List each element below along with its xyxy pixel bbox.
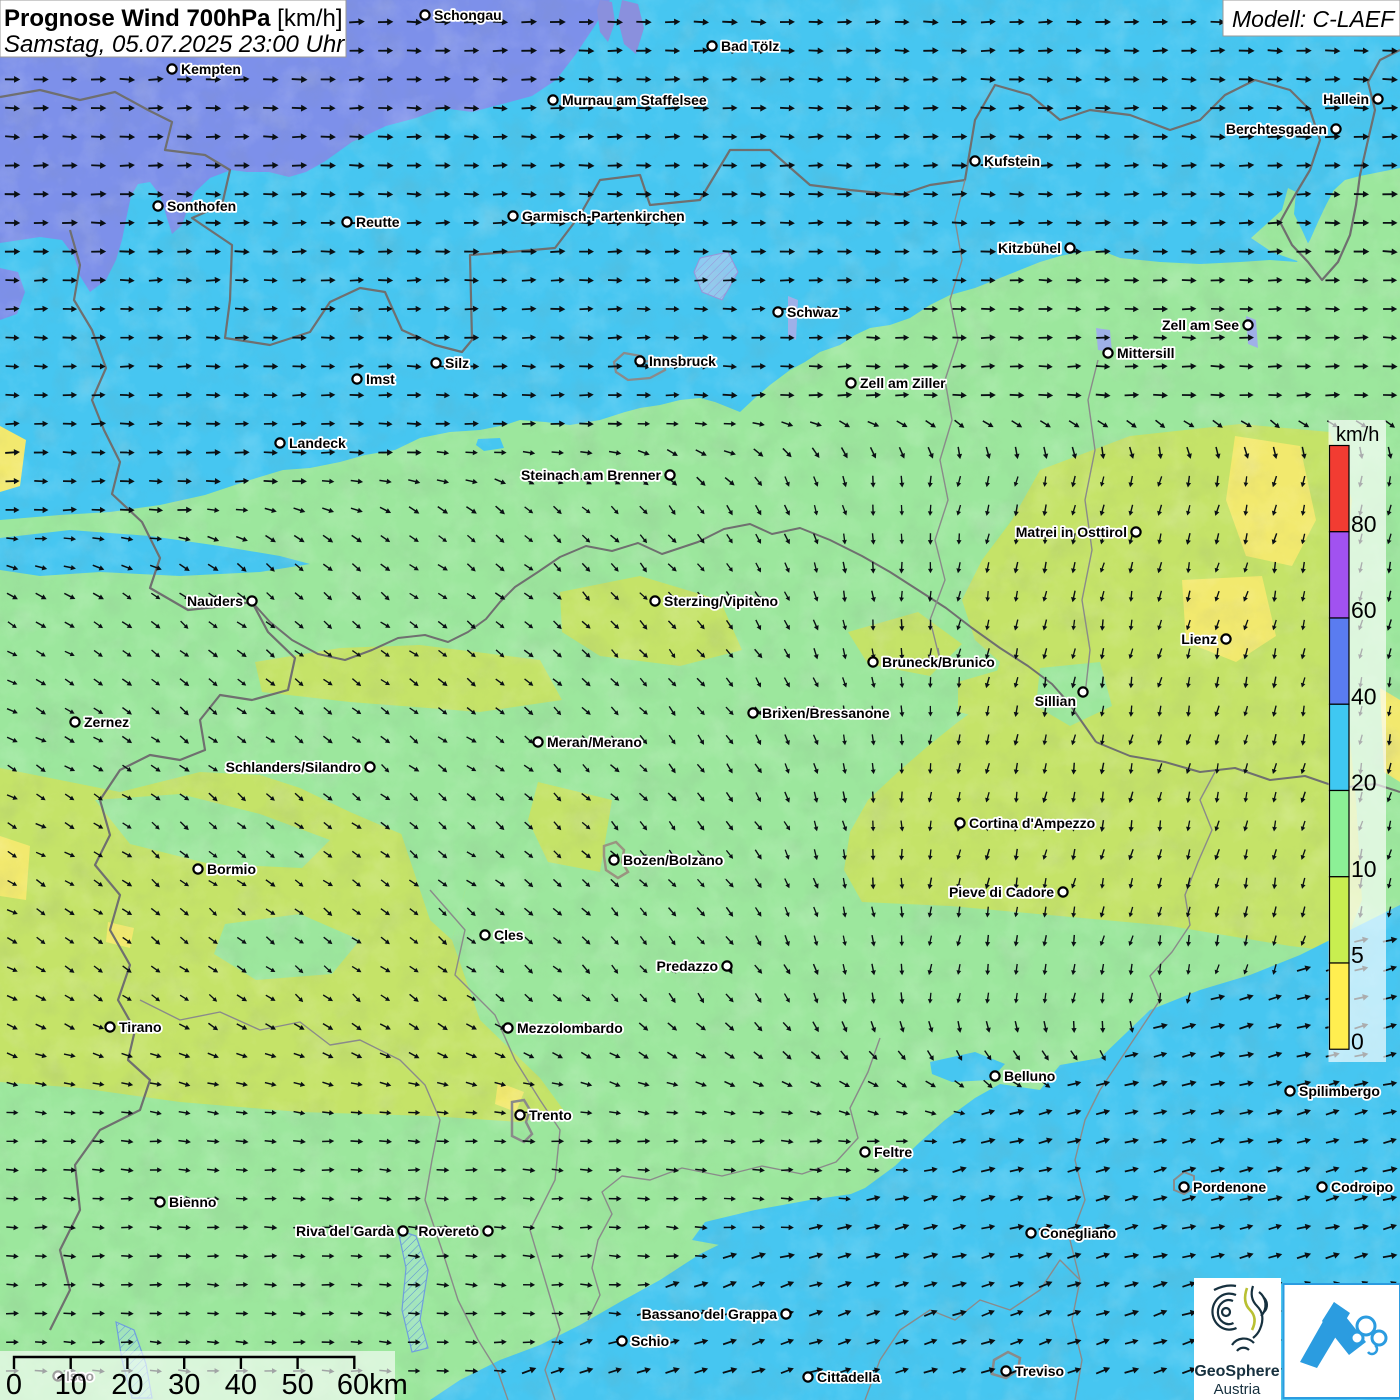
svg-text:Schongau: Schongau	[434, 7, 502, 23]
svg-text:Imst: Imst	[366, 371, 395, 387]
svg-text:80: 80	[1351, 511, 1377, 537]
svg-text:Kufstein: Kufstein	[984, 153, 1040, 169]
svg-text:Nauders: Nauders	[187, 593, 243, 609]
svg-text:Bozen/Bolzano: Bozen/Bolzano	[623, 852, 723, 868]
svg-text:40: 40	[1351, 683, 1377, 709]
svg-text:Steinach am Brenner: Steinach am Brenner	[521, 467, 662, 483]
svg-text:10: 10	[55, 1369, 87, 1400]
svg-text:Tirano: Tirano	[119, 1019, 162, 1035]
svg-text:50: 50	[281, 1369, 313, 1400]
svg-text:Bormio: Bormio	[207, 861, 256, 877]
svg-text:Brixen/Bressanone: Brixen/Bressanone	[762, 705, 890, 721]
svg-text:40: 40	[225, 1369, 257, 1400]
svg-text:Predazzo: Predazzo	[657, 958, 718, 974]
svg-text:GeoSphere: GeoSphere	[1194, 1363, 1279, 1380]
svg-text:Austria: Austria	[1214, 1381, 1261, 1398]
svg-text:0: 0	[6, 1369, 22, 1400]
svg-text:Zell am Ziller: Zell am Ziller	[860, 375, 946, 391]
svg-text:Zernez: Zernez	[84, 714, 129, 730]
svg-text:Sonthofen: Sonthofen	[167, 198, 236, 214]
svg-text:km/h: km/h	[1336, 424, 1379, 446]
svg-text:Belluno: Belluno	[1004, 1068, 1055, 1084]
svg-text:10: 10	[1351, 856, 1377, 882]
svg-text:Lienz: Lienz	[1181, 631, 1217, 647]
svg-text:Pieve di Cadore: Pieve di Cadore	[949, 884, 1054, 900]
svg-text:5: 5	[1351, 942, 1364, 968]
svg-text:Cortina d'Ampezzo: Cortina d'Ampezzo	[969, 815, 1095, 831]
svg-text:Berchtesgaden: Berchtesgaden	[1226, 121, 1327, 137]
svg-text:Samstag, 05.07.2025 23:00 Uhr: Samstag, 05.07.2025 23:00 Uhr	[4, 31, 345, 58]
svg-text:Bruneck/Brunico: Bruneck/Brunico	[882, 654, 995, 670]
svg-text:Spilimbergo: Spilimbergo	[1299, 1083, 1380, 1099]
svg-text:Sillian: Sillian	[1035, 693, 1076, 709]
svg-text:Schio: Schio	[631, 1333, 669, 1349]
svg-text:Conegliano: Conegliano	[1040, 1225, 1116, 1241]
svg-text:Bassano del Grappa: Bassano del Grappa	[642, 1306, 778, 1322]
svg-text:0: 0	[1351, 1028, 1364, 1054]
svg-text:Feltre: Feltre	[874, 1144, 912, 1160]
svg-text:Murnau am Staffelsee: Murnau am Staffelsee	[562, 92, 707, 108]
svg-text:Mezzolombardo: Mezzolombardo	[517, 1020, 623, 1036]
svg-text:Landeck: Landeck	[289, 435, 346, 451]
svg-text:Schlanders/Silandro: Schlanders/Silandro	[226, 759, 361, 775]
svg-text:Matrei in Osttirol: Matrei in Osttirol	[1016, 524, 1127, 540]
svg-text:Garmisch-Partenkirchen: Garmisch-Partenkirchen	[522, 208, 685, 224]
svg-text:Hallein: Hallein	[1323, 91, 1369, 107]
svg-text:Codroipo: Codroipo	[1331, 1179, 1393, 1195]
svg-text:20: 20	[1351, 770, 1377, 796]
svg-text:Prognose Wind 700hPa [km/h]: Prognose Wind 700hPa [km/h]	[4, 5, 343, 32]
svg-text:Kitzbühel: Kitzbühel	[998, 240, 1061, 256]
svg-text:Bad Tölz: Bad Tölz	[721, 38, 779, 54]
svg-text:Treviso: Treviso	[1015, 1363, 1064, 1379]
svg-text:Bienno: Bienno	[169, 1194, 216, 1210]
svg-text:Mittersill: Mittersill	[1117, 345, 1175, 361]
svg-text:Trento: Trento	[529, 1107, 572, 1123]
svg-text:Pordenone: Pordenone	[1193, 1179, 1266, 1195]
svg-text:20: 20	[111, 1369, 143, 1400]
svg-text:Meran/Merano: Meran/Merano	[547, 734, 642, 750]
svg-text:Zell am See: Zell am See	[1162, 317, 1239, 333]
svg-text:Kempten: Kempten	[181, 61, 241, 77]
svg-text:Cles: Cles	[494, 927, 524, 943]
svg-text:Modell: C-LAEF: Modell: C-LAEF	[1232, 6, 1396, 32]
svg-text:60km: 60km	[337, 1369, 408, 1400]
svg-text:Cittadella: Cittadella	[817, 1369, 880, 1385]
svg-text:Sterzing/Vipiteno: Sterzing/Vipiteno	[664, 593, 778, 609]
svg-text:30: 30	[168, 1369, 200, 1400]
svg-text:Riva del Garda: Riva del Garda	[296, 1223, 394, 1239]
svg-text:Rovereto: Rovereto	[418, 1223, 479, 1239]
svg-text:60: 60	[1351, 597, 1377, 623]
svg-text:Schwaz: Schwaz	[787, 304, 838, 320]
svg-text:Reutte: Reutte	[356, 214, 400, 230]
svg-text:Silz: Silz	[445, 355, 469, 371]
svg-text:Innsbruck: Innsbruck	[649, 353, 716, 369]
